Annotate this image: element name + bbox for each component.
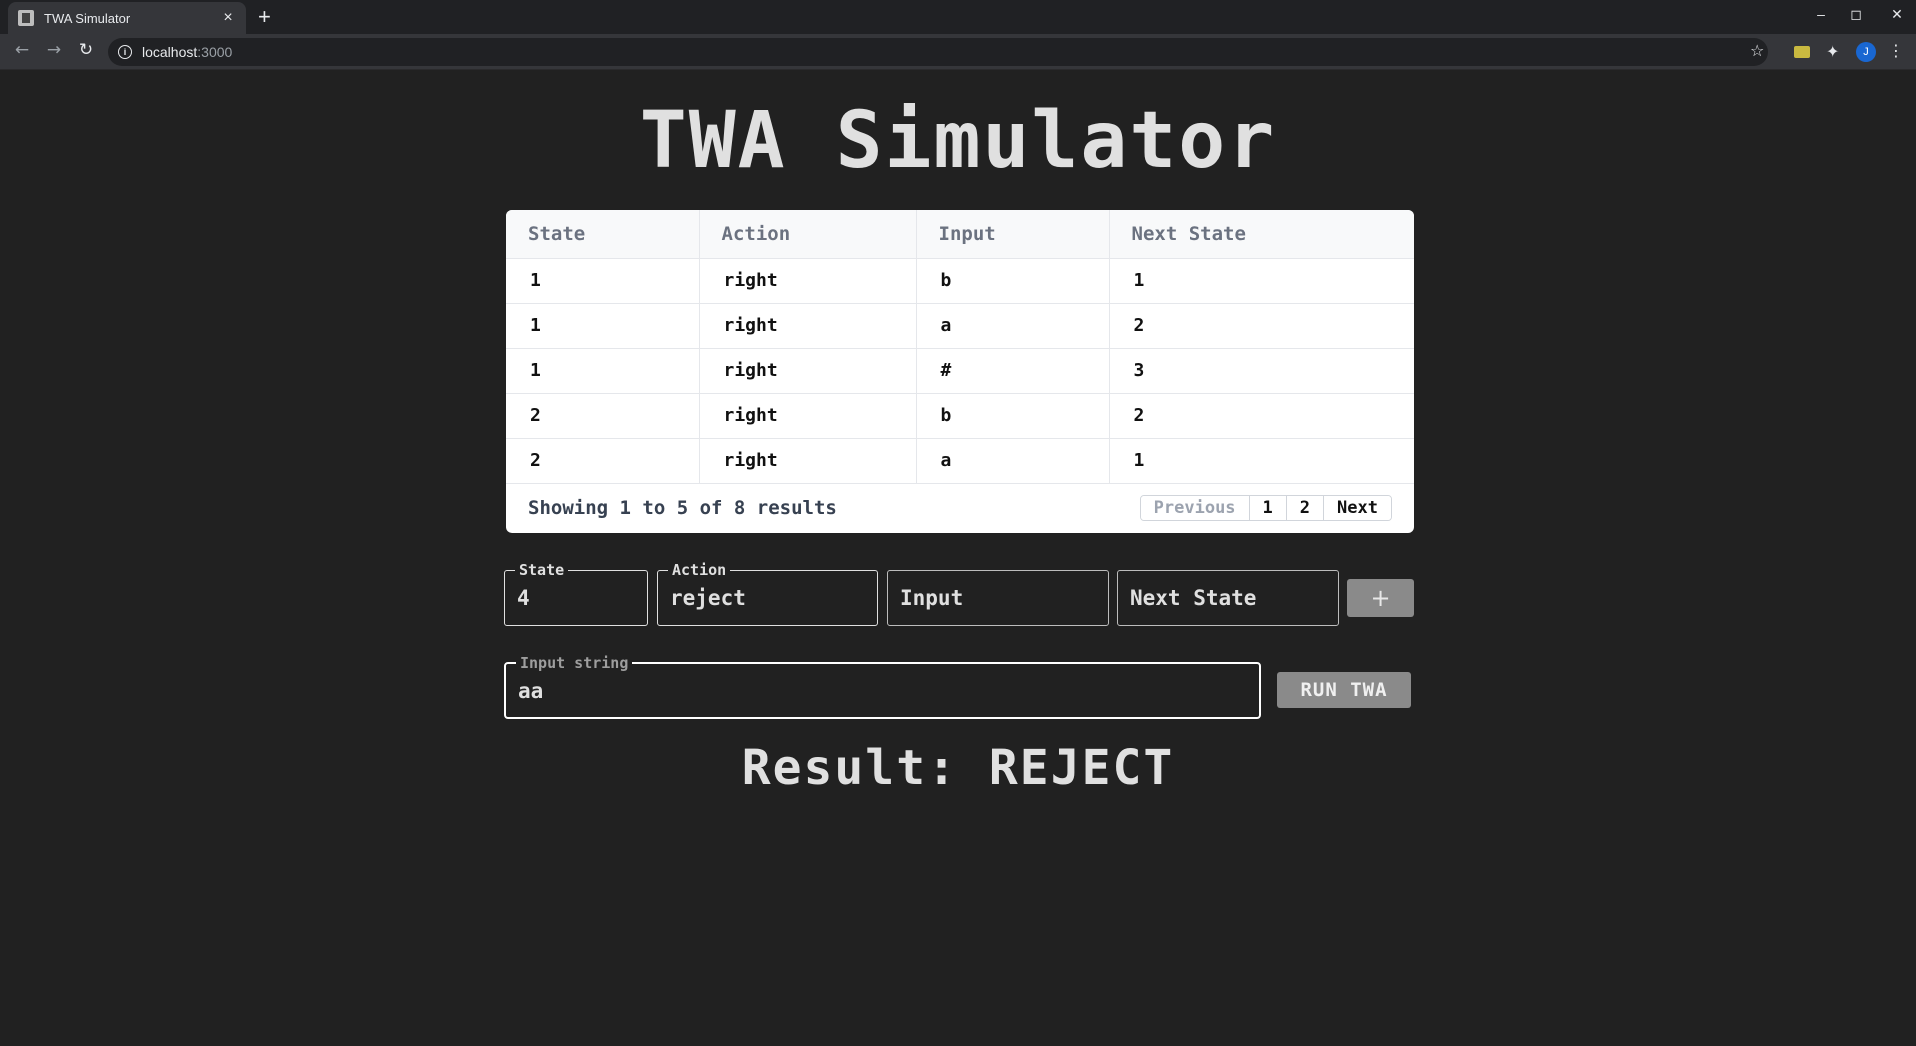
cell-input: b: [916, 258, 1110, 304]
next-state-field[interactable]: Next State: [1117, 570, 1339, 626]
url-host: localhost: [142, 44, 198, 60]
result-text: Result: REJECT: [741, 740, 1175, 796]
page-1-button[interactable]: 1: [1249, 496, 1287, 520]
browser-menu-icon[interactable]: ⋮: [1888, 41, 1904, 60]
browser-toolbar: ← → ↻ i localhost:3000 ☆ ✦ J ⋮: [0, 34, 1916, 70]
transition-table-card: State Action Input Next State 1 right b …: [506, 210, 1414, 533]
next-state-field-placeholder: Next State: [1130, 586, 1257, 610]
table-footer: Showing 1 to 5 of 8 results Previous 1 2…: [506, 483, 1414, 533]
forward-arrow-icon[interactable]: →: [42, 40, 66, 60]
state-field-value: 4: [517, 586, 530, 610]
action-field[interactable]: Action reject: [657, 561, 878, 626]
cell-state: 2: [506, 393, 700, 439]
input-string-value: aa: [518, 679, 544, 703]
cell-action: right: [699, 348, 917, 394]
input-field[interactable]: Input: [887, 570, 1109, 626]
cell-state: 1: [506, 303, 700, 349]
header-next-state: Next State: [1109, 210, 1414, 259]
browser-tab-strip: TWA Simulator × + – ◻ ✕: [0, 0, 1916, 34]
cell-input: a: [916, 438, 1110, 484]
results-count: Showing 1 to 5 of 8 results: [528, 497, 837, 519]
favicon-icon: [18, 10, 34, 26]
url-port: :3000: [197, 44, 233, 60]
cell-input: b: [916, 393, 1110, 439]
table-header-row: State Action Input Next State: [506, 210, 1414, 259]
pagination: Previous 1 2 Next: [1139, 495, 1392, 521]
header-input: Input: [916, 210, 1110, 259]
window-close-button[interactable]: ✕: [1887, 6, 1907, 23]
cell-state: 1: [506, 258, 700, 304]
input-string-field[interactable]: Input string aa: [504, 654, 1261, 719]
action-field-label: Action: [668, 561, 731, 579]
new-tab-button[interactable]: +: [258, 6, 271, 28]
action-field-value: reject: [670, 586, 746, 610]
bookmark-star-icon[interactable]: ☆: [1750, 41, 1764, 60]
page-2-button[interactable]: 2: [1286, 496, 1325, 520]
cell-action: right: [699, 438, 917, 484]
cell-input: a: [916, 303, 1110, 349]
run-twa-button[interactable]: RUN TWA: [1277, 672, 1411, 708]
table-row: 1 right b 1: [506, 258, 1414, 304]
state-field-label: State: [515, 561, 569, 579]
header-action: Action: [699, 210, 917, 259]
site-info-icon[interactable]: i: [118, 45, 132, 59]
table-row: 2 right a 1: [506, 438, 1414, 484]
next-page-button[interactable]: Next: [1324, 496, 1391, 520]
previous-page-button[interactable]: Previous: [1140, 496, 1250, 520]
page-title: TWA Simulator: [639, 96, 1277, 186]
cell-input: #: [916, 348, 1110, 394]
cell-next-state: 3: [1109, 348, 1414, 394]
cell-state: 2: [506, 438, 700, 484]
table-row: 2 right b 2: [506, 393, 1414, 439]
cell-action: right: [699, 393, 917, 439]
cell-action: right: [699, 303, 917, 349]
tab-title: TWA Simulator: [44, 10, 131, 26]
cell-next-state: 2: [1109, 393, 1414, 439]
table-row: 1 right # 3: [506, 348, 1414, 394]
input-field-placeholder: Input: [900, 586, 964, 610]
add-transition-button[interactable]: +: [1347, 579, 1414, 617]
cell-action: right: [699, 258, 917, 304]
cell-next-state: 2: [1109, 303, 1414, 349]
header-state: State: [506, 210, 700, 259]
cell-next-state: 1: [1109, 258, 1414, 304]
tab-close-icon[interactable]: ×: [220, 9, 236, 27]
profile-avatar[interactable]: J: [1856, 42, 1876, 62]
minimize-button[interactable]: –: [1811, 6, 1831, 22]
back-arrow-icon[interactable]: ←: [10, 40, 34, 60]
browser-tab[interactable]: TWA Simulator ×: [8, 2, 246, 34]
input-string-label: Input string: [516, 654, 633, 672]
address-bar[interactable]: i localhost:3000: [108, 38, 1768, 66]
extension-icon[interactable]: [1794, 46, 1810, 58]
table-row: 1 right a 2: [506, 303, 1414, 349]
state-field[interactable]: State 4: [504, 561, 648, 626]
transition-table: State Action Input Next State 1 right b …: [506, 210, 1414, 484]
maximize-button[interactable]: ◻: [1846, 6, 1866, 23]
cell-state: 1: [506, 348, 700, 394]
extensions-puzzle-icon[interactable]: ✦: [1826, 42, 1839, 61]
cell-next-state: 1: [1109, 438, 1414, 484]
reload-icon[interactable]: ↻: [74, 40, 98, 60]
